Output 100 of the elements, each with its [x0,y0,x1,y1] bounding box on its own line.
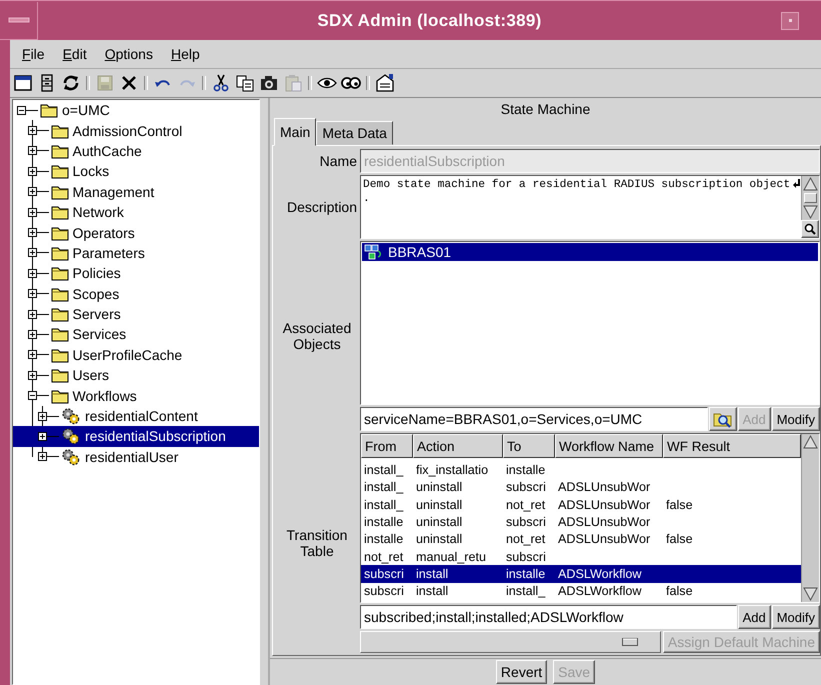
button[interactable]: Add [738,605,771,630]
gears-icon [61,427,81,446]
column-header[interactable]: To [503,434,555,458]
window-title: SDX Admin (localhost:389) [316,10,543,30]
table-row[interactable]: install_ uninstall subscri ADSLUnsubWor [361,478,801,496]
expand-icon[interactable] [28,310,36,319]
expand-icon[interactable] [28,350,36,360]
menu-item[interactable]: Edit [54,44,95,64]
tree-item[interactable]: residentialSubscription [13,426,259,447]
column-header[interactable]: WF Result [663,434,801,458]
window-menu-button[interactable] [0,2,38,40]
table-row[interactable]: subscri install install_ ADSLWorkflow false [361,582,801,600]
folder-icon [50,306,68,322]
folder-icon [50,142,68,159]
column-header[interactable]: Workflow Name [555,434,663,458]
expand-icon[interactable] [28,289,36,298]
tree-item[interactable]: Scopes [13,284,259,304]
scissors-icon[interactable] [211,73,231,93]
expand-icon[interactable] [28,146,36,156]
table-cell-text: uninstall [415,480,464,494]
expand-icon[interactable] [28,166,36,176]
tree-item[interactable]: Policies [13,263,259,284]
expand-icon[interactable] [28,330,36,339]
table-row[interactable]: not_ret manual_retu subscri [361,548,801,566]
table-row[interactable]: subscri install installe ADSLWorkflow [361,565,801,583]
tree-item[interactable]: AuthCache [13,140,259,162]
button[interactable]: Modify [772,605,820,630]
window-icon[interactable] [13,73,33,93]
expand-icon[interactable] [28,187,36,196]
properties-icon[interactable] [375,73,395,93]
tree-item[interactable]: Servers [13,304,259,324]
scrollbar[interactable] [801,434,819,602]
scroll-down-icon[interactable] [802,586,819,602]
expand-icon[interactable] [28,208,36,217]
button[interactable]: Revert [496,660,548,684]
column-header[interactable]: From [361,434,413,458]
tree-item[interactable]: UserProfileCache [13,344,259,366]
list-item[interactable]: BBRAS01 [362,243,818,262]
table-cell-text: ADSLUnsubWor [557,498,652,512]
table-row[interactable]: installe uninstall subscri ADSLUnsubWor [361,513,801,531]
scroll-up-icon[interactable] [802,434,819,450]
expand-icon[interactable] [28,228,36,238]
folder-icon [50,286,68,302]
folder-icon [50,388,68,404]
collapse-icon[interactable] [17,106,26,115]
expand-icon[interactable] [28,370,36,380]
camera-icon[interactable] [259,73,279,93]
tree-item[interactable]: Operators [13,222,259,243]
expand-icon[interactable] [28,248,36,258]
button[interactable]: Modify [772,407,820,432]
field-label: Description [286,198,357,218]
column-header[interactable]: Action [413,434,503,458]
table-row[interactable]: install_ uninstall not_ret ADSLUnsubWor false [361,496,801,514]
tree-item[interactable]: Services [13,324,259,345]
tree-item[interactable]: residentialContent [13,406,259,426]
folder-icon [50,163,68,180]
table-cell-text: installe [363,532,404,546]
menu-item[interactable]: File [14,44,53,64]
table-cell-text: subscri [505,480,547,494]
table-cell-text: ADSLUnsubWor [557,480,652,494]
table-cell-text: subscri [505,550,547,564]
table-cell-text: false [665,498,694,512]
tab[interactable]: Meta Data [316,121,393,146]
table-cell-text: ADSLUnsubWor [557,532,652,546]
tree-item[interactable]: AdmissionControl [13,120,259,141]
transition-field[interactable]: subscribed;install;installed;ADSLWorkflow [360,605,737,630]
table-cell-text: install [415,584,450,598]
expand-icon[interactable] [38,452,47,462]
table-cell-text: subscri [505,514,547,529]
field-label: Associated Objects [282,319,352,354]
copy-icon[interactable] [235,73,255,93]
table-row[interactable]: installe uninstall not_ret ADSLUnsubWor false [361,530,801,548]
dropdown[interactable] [360,631,661,654]
menu-item[interactable]: Options [96,44,161,64]
table-cell-text: install_ [363,462,404,477]
folder-icon [40,102,58,118]
minimize-button[interactable] [781,12,799,30]
expand-icon[interactable] [38,432,47,441]
tree-item[interactable]: residentialUser [13,446,259,468]
browse-button[interactable] [708,407,737,432]
table-cell-text: installe [505,462,546,477]
refresh-icon[interactable] [61,73,81,93]
expand-icon[interactable] [28,268,36,278]
collapse-icon[interactable] [28,391,36,400]
expand-icon[interactable] [38,412,47,421]
object-field[interactable]: serviceName=BBRAS01,o=Services,o=UMC [360,407,708,432]
tree-item[interactable]: Management [13,182,259,202]
expand-icon[interactable] [28,126,36,136]
tree-item[interactable]: o=UMC [13,100,259,120]
menu-item[interactable]: Help [162,44,208,64]
tree-item[interactable]: Workflows [13,385,259,406]
tree-item[interactable]: Locks [13,161,259,182]
tree-item[interactable]: Users [13,365,259,386]
folder-icon [50,184,68,200]
tree-item[interactable]: Parameters [13,242,259,264]
tree-item[interactable]: Network [13,202,259,222]
table-row[interactable]: install_ fix_installatio installe [361,461,801,478]
gears-icon [61,407,81,426]
table-cell-text: fix_installatio [415,462,490,477]
tab[interactable]: Main [274,118,316,146]
